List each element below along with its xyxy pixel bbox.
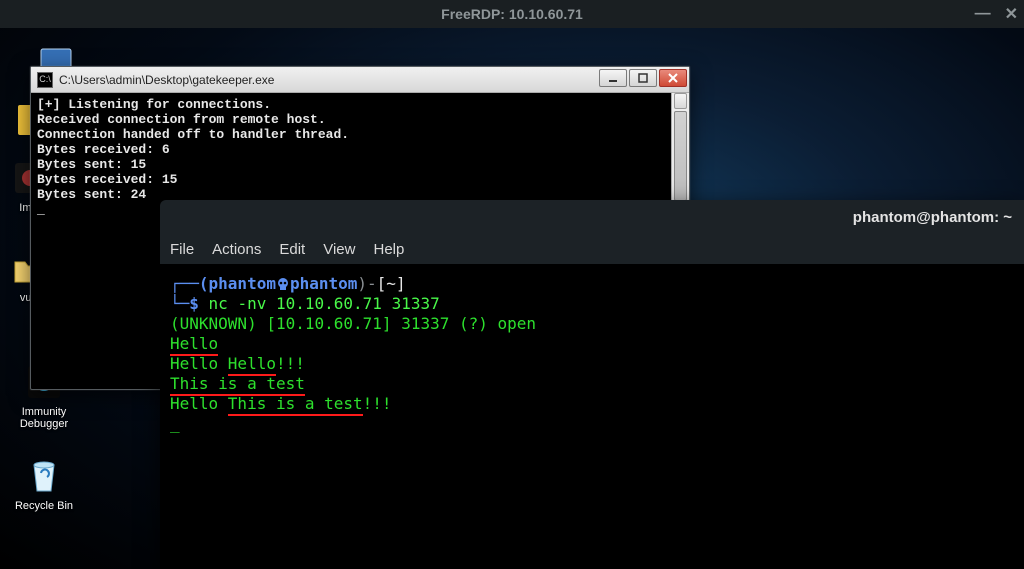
terminal-line: Hello [170,334,1014,354]
terminal-text: This is a test [228,394,363,416]
ps1-branch: └─ [170,294,189,313]
host-title-text: FreeRDP: 10.10.60.71 [441,6,583,22]
terminal-line: Hello This is a test!!! [170,394,1014,414]
scroll-up-button[interactable] [674,93,687,109]
terminal-line: (UNKNOWN) [10.10.60.71] 31337 (?) open [170,314,1014,334]
terminal-line: _ [170,414,1014,434]
terminal-text: Hello [170,354,228,373]
terminal-titlebar[interactable]: phantom@phantom: ~ [160,200,1024,234]
terminal-text: _ [170,414,180,433]
terminal-text: Hello [228,354,276,376]
ps1-host: phantom [290,274,357,293]
maximize-button[interactable] [629,69,657,87]
scroll-thumb[interactable] [674,111,687,201]
terminal-title-text: phantom@phantom: ~ [853,209,1012,226]
menu-file[interactable]: File [170,241,194,258]
menu-edit[interactable]: Edit [279,241,305,258]
host-minimize-button[interactable]: — [975,5,991,23]
skull-icon [276,276,290,290]
terminal-line: Hello Hello!!! [170,354,1014,374]
command-text: nc -nv 10.10.60.71 31337 [209,294,440,313]
desktop-icon-recycle-bin[interactable]: Recycle Bin [6,456,82,512]
terminal-window[interactable]: phantom@phantom: ~ File Actions Edit Vie… [160,200,1024,569]
window-titlebar[interactable]: C:\ C:\Users\admin\Desktop\gatekeeper.ex… [31,67,689,93]
ps1-line1: ┌──(phantomphantom)-[~] [170,274,1014,294]
ps1-close: )- [357,274,376,293]
menu-actions[interactable]: Actions [212,241,261,258]
desktop-icon-label: Immunity Debugger [6,406,82,430]
terminal-body[interactable]: ┌──(phantomphantom)-[~] └─$ nc -nv 10.10… [160,264,1024,569]
terminal-menubar: File Actions Edit View Help [160,234,1024,264]
ps1-open: ┌──( [170,274,209,293]
recycle-bin-icon [24,456,64,496]
terminal-text: !!! [363,394,392,413]
menu-view[interactable]: View [323,241,355,258]
minimize-button[interactable] [599,69,627,87]
host-titlebar: FreeRDP: 10.10.60.71 — ✕ [0,0,1024,28]
ps1-user: phantom [209,274,276,293]
ps1-prompt: $ [189,294,199,313]
terminal-text: Hello [170,334,218,356]
terminal-text: (UNKNOWN) [10.10.60.71] 31337 (?) open [170,314,536,333]
ps1-line2: └─$ nc -nv 10.10.60.71 31337 [170,294,1014,314]
terminal-text: Hello [170,394,228,413]
cmd-icon: C:\ [37,72,53,88]
host-close-button[interactable]: ✕ [1005,4,1018,24]
menu-help[interactable]: Help [373,241,404,258]
desktop-icon-label: Recycle Bin [6,500,82,512]
terminal-output: (UNKNOWN) [10.10.60.71] 31337 (?) openHe… [170,314,1014,434]
close-button[interactable] [659,69,687,87]
terminal-text: !!! [276,354,305,373]
ps1-cwd: [~] [377,274,406,293]
terminal-text: This is a test [170,374,305,396]
window-title-text: C:\Users\admin\Desktop\gatekeeper.exe [59,73,274,87]
terminal-line: This is a test [170,374,1014,394]
